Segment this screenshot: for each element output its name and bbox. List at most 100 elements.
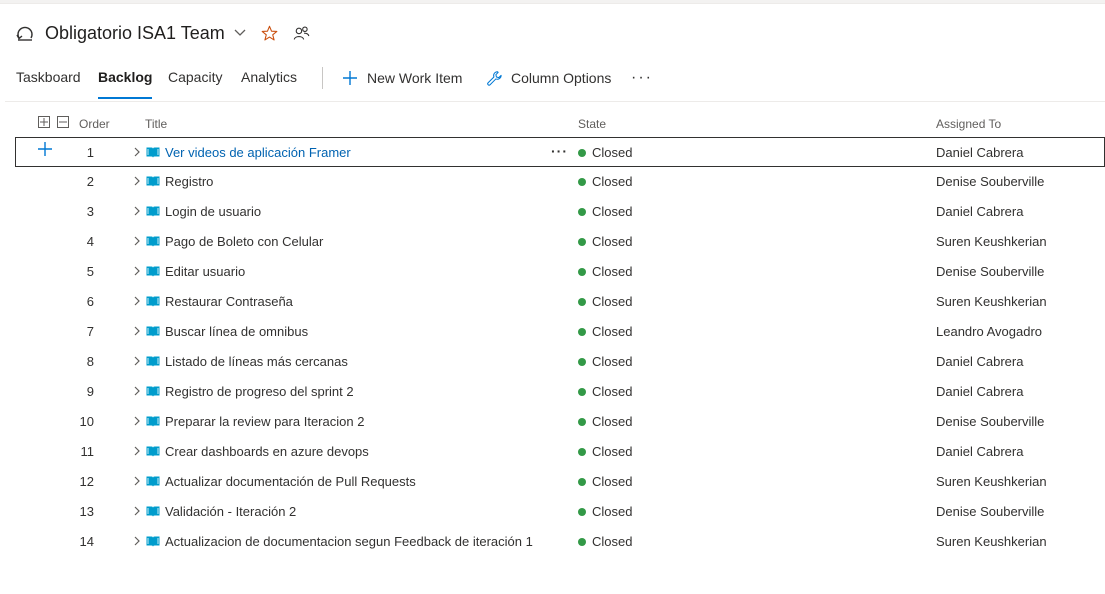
chevron-right-icon[interactable] bbox=[133, 205, 141, 219]
table-row[interactable]: 8 Listado de líneas más cercanas Closed Dan… bbox=[0, 347, 1105, 377]
table-row[interactable]: 7 Buscar línea de omnibus Closed Leandro Av… bbox=[0, 317, 1105, 347]
user-story-icon bbox=[146, 205, 160, 218]
user-story-icon bbox=[146, 445, 160, 458]
new-work-item-label: New Work Item bbox=[367, 70, 463, 86]
chevron-down-icon[interactable] bbox=[233, 26, 247, 40]
team-header: Obligatorio ISA1 Team bbox=[14, 18, 311, 48]
row-assigned-to[interactable]: Suren Keushkerian bbox=[936, 234, 1047, 249]
user-story-icon bbox=[146, 235, 160, 248]
table-row[interactable]: 3 Login de usuario Closed Daniel Cabrera bbox=[0, 197, 1105, 227]
tab-backlog[interactable]: Backlog bbox=[98, 69, 153, 99]
column-header-state[interactable]: State bbox=[578, 117, 606, 131]
state-closed-dot bbox=[578, 328, 586, 336]
column-header-title[interactable]: Title bbox=[145, 117, 167, 131]
tab-capacity[interactable]: Capacity bbox=[168, 69, 222, 99]
chevron-right-icon[interactable] bbox=[133, 235, 141, 249]
chevron-right-icon[interactable] bbox=[133, 175, 141, 189]
row-title[interactable]: Ver videos de aplicación Framer bbox=[165, 145, 351, 160]
table-row[interactable]: 1 Ver videos de aplicación Framer ··· Close… bbox=[15, 137, 1105, 167]
row-assigned-to[interactable]: Denise Souberville bbox=[936, 414, 1044, 429]
plus-icon bbox=[341, 69, 359, 87]
chevron-right-icon[interactable] bbox=[133, 325, 141, 339]
row-title[interactable]: Listado de líneas más cercanas bbox=[165, 354, 348, 369]
chevron-right-icon[interactable] bbox=[133, 146, 141, 160]
team-members-icon[interactable] bbox=[293, 24, 311, 42]
row-more-options-button[interactable]: ··· bbox=[551, 143, 568, 159]
row-assigned-to[interactable]: Daniel Cabrera bbox=[936, 384, 1023, 399]
row-assigned-to[interactable]: Denise Souberville bbox=[936, 174, 1044, 189]
row-assigned-to[interactable]: Daniel Cabrera bbox=[936, 444, 1023, 459]
expand-all-icon[interactable] bbox=[38, 116, 50, 128]
chevron-right-icon[interactable] bbox=[133, 535, 141, 549]
row-title[interactable]: Validación - Iteración 2 bbox=[165, 504, 296, 519]
row-title[interactable]: Actualizar documentación de Pull Request… bbox=[165, 474, 416, 489]
row-assigned-to[interactable]: Daniel Cabrera bbox=[936, 145, 1023, 160]
chevron-right-icon[interactable] bbox=[133, 475, 141, 489]
table-row[interactable]: 9 Registro de progreso del sprint 2 Closed… bbox=[0, 377, 1105, 407]
chevron-right-icon[interactable] bbox=[133, 415, 141, 429]
column-options-button[interactable]: Column Options bbox=[485, 68, 611, 88]
column-header-order[interactable]: Order bbox=[79, 117, 110, 131]
chevron-right-icon[interactable] bbox=[133, 445, 141, 459]
row-state: Closed bbox=[578, 145, 632, 160]
chevron-right-icon[interactable] bbox=[133, 355, 141, 369]
table-row[interactable]: 2 Registro Closed Denise Souberville bbox=[0, 167, 1105, 197]
row-title[interactable]: Pago de Boleto con Celular bbox=[165, 234, 323, 249]
chevron-right-icon[interactable] bbox=[133, 385, 141, 399]
row-state-label: Closed bbox=[592, 234, 633, 249]
backlog-grid: 1 Ver videos de aplicación Framer ··· Close… bbox=[0, 137, 1105, 557]
row-assigned-to[interactable]: Suren Keushkerian bbox=[936, 534, 1047, 549]
chevron-right-icon[interactable] bbox=[133, 265, 141, 279]
tab-taskboard[interactable]: Taskboard bbox=[16, 69, 81, 99]
row-title[interactable]: Crear dashboards en azure devops bbox=[165, 444, 369, 459]
user-story-icon bbox=[146, 415, 160, 428]
row-title[interactable]: Actualizacion de documentacion segun Fee… bbox=[165, 534, 533, 549]
row-title[interactable]: Registro de progreso del sprint 2 bbox=[165, 384, 354, 399]
row-state-label: Closed bbox=[592, 414, 633, 429]
row-assigned-to[interactable]: Denise Souberville bbox=[936, 504, 1044, 519]
user-story-icon bbox=[146, 355, 160, 368]
row-assigned-to[interactable]: Denise Souberville bbox=[936, 264, 1044, 279]
state-closed-dot bbox=[578, 208, 586, 216]
chevron-right-icon[interactable] bbox=[133, 295, 141, 309]
favorite-star-icon[interactable] bbox=[261, 24, 279, 42]
table-row[interactable]: 11 Crear dashboards en azure devops Closed… bbox=[0, 437, 1105, 467]
row-title[interactable]: Buscar línea de omnibus bbox=[165, 324, 308, 339]
row-state: Closed bbox=[578, 294, 632, 309]
row-state-label: Closed bbox=[592, 264, 633, 279]
table-row[interactable]: 14 Actualizacion de documentacion segun F… bbox=[0, 527, 1105, 557]
row-title[interactable]: Preparar la review para Iteracion 2 bbox=[165, 414, 364, 429]
row-assigned-to[interactable]: Suren Keushkerian bbox=[936, 294, 1047, 309]
chevron-right-icon[interactable] bbox=[133, 505, 141, 519]
column-options-label: Column Options bbox=[511, 70, 612, 86]
row-title[interactable]: Registro bbox=[165, 174, 213, 189]
column-header-assigned-to[interactable]: Assigned To bbox=[936, 117, 1001, 131]
table-row[interactable]: 10 Preparar la review para Iteracion 2 Clo… bbox=[0, 407, 1105, 437]
table-row[interactable]: 5 Editar usuario Closed Denise Souberville bbox=[0, 257, 1105, 287]
row-order: 12 bbox=[79, 474, 94, 489]
row-state: Closed bbox=[578, 324, 632, 339]
state-closed-dot bbox=[578, 388, 586, 396]
tab-analytics[interactable]: Analytics bbox=[241, 69, 297, 99]
row-title[interactable]: Login de usuario bbox=[165, 204, 261, 219]
team-title[interactable]: Obligatorio ISA1 Team bbox=[45, 23, 225, 44]
row-assigned-to[interactable]: Suren Keushkerian bbox=[936, 474, 1047, 489]
row-order: 5 bbox=[86, 264, 94, 279]
collapse-all-icon[interactable] bbox=[57, 116, 69, 128]
table-row[interactable]: 4 Pago de Boleto con Celular Closed Suren K… bbox=[0, 227, 1105, 257]
row-assigned-to[interactable]: Daniel Cabrera bbox=[936, 354, 1023, 369]
row-assigned-to[interactable]: Daniel Cabrera bbox=[936, 204, 1023, 219]
row-title[interactable]: Editar usuario bbox=[165, 264, 245, 279]
row-order: 4 bbox=[86, 234, 94, 249]
row-assigned-to[interactable]: Leandro Avogadro bbox=[936, 324, 1042, 339]
new-work-item-button[interactable]: New Work Item bbox=[341, 68, 462, 88]
more-options-button[interactable]: ··· bbox=[631, 69, 653, 87]
table-row[interactable]: 13 Validación - Iteración 2 Closed Denise S… bbox=[0, 497, 1105, 527]
state-closed-dot bbox=[578, 538, 586, 546]
add-child-plus-icon[interactable] bbox=[38, 142, 52, 159]
table-row[interactable]: 12 Actualizar documentación de Pull Reque… bbox=[0, 467, 1105, 497]
row-state-label: Closed bbox=[592, 324, 633, 339]
table-row[interactable]: 6 Restaurar Contraseña Closed Suren Keushke… bbox=[0, 287, 1105, 317]
row-title[interactable]: Restaurar Contraseña bbox=[165, 294, 293, 309]
row-state-label: Closed bbox=[592, 174, 633, 189]
